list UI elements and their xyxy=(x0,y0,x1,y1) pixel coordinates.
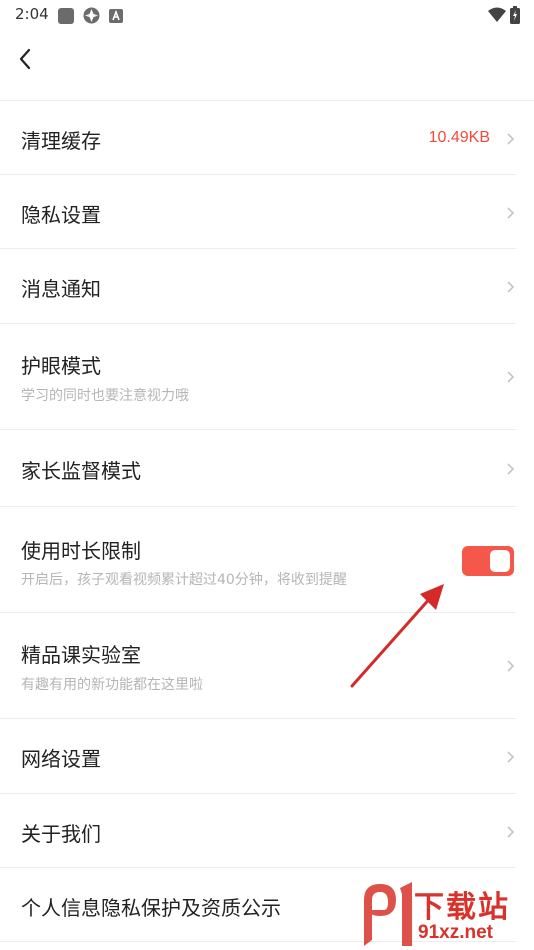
setting-label: 网络设置 xyxy=(21,747,101,771)
setting-subtitle: 开启后，孩子观看视频累计超过40分钟，将收到提醒 xyxy=(21,572,347,588)
setting-label: 使用时长限制 xyxy=(21,539,141,563)
wifi-icon xyxy=(488,7,506,22)
setting-notifications[interactable]: 消息通知 xyxy=(0,249,534,324)
watermark-logo: 下载站 91xz.net xyxy=(358,880,528,950)
chevron-right-icon xyxy=(507,371,515,383)
settings-list: 清理缓存 10.49KB 隐私设置 消息通知 护眼模式 学习的同时也要注意视力哦… xyxy=(0,100,534,942)
battery-icon xyxy=(510,6,520,24)
chevron-right-icon xyxy=(507,826,515,838)
setting-about[interactable]: 关于我们 xyxy=(0,794,534,868)
logo-91-icon xyxy=(364,882,412,946)
chevron-right-icon xyxy=(507,463,515,475)
chevron-right-icon xyxy=(507,281,515,293)
aperture-icon xyxy=(83,7,100,24)
time-limit-toggle[interactable] xyxy=(462,546,514,576)
font-a-icon xyxy=(109,8,123,23)
status-icons-left xyxy=(58,7,123,24)
nav-bar xyxy=(0,30,534,90)
back-button[interactable] xyxy=(8,42,42,76)
setting-eye-care[interactable]: 护眼模式 学习的同时也要注意视力哦 xyxy=(0,324,534,430)
watermark-url: 91xz.net xyxy=(418,922,493,943)
setting-label: 消息通知 xyxy=(21,277,101,301)
status-bar: 2:04 xyxy=(0,0,534,30)
cache-size-value: 10.49KB xyxy=(428,129,490,146)
setting-label: 关于我们 xyxy=(21,822,101,846)
setting-label: 精品课实验室 xyxy=(21,643,141,667)
chevron-right-icon xyxy=(507,207,515,219)
chevron-right-icon xyxy=(507,660,515,672)
status-time: 2:04 xyxy=(15,5,49,23)
setting-label: 隐私设置 xyxy=(21,203,101,227)
setting-label: 个人信息隐私保护及资质公示 xyxy=(21,896,281,920)
setting-label: 家长监督模式 xyxy=(21,459,141,483)
setting-network[interactable]: 网络设置 xyxy=(0,719,534,794)
setting-time-limit: 使用时长限制 开启后，孩子观看视频累计超过40分钟，将收到提醒 xyxy=(0,507,534,613)
setting-parental[interactable]: 家长监督模式 xyxy=(0,430,534,507)
watermark-title: 下载站 xyxy=(414,890,510,925)
stop-square-icon xyxy=(58,7,74,24)
setting-label: 护眼模式 xyxy=(21,354,101,378)
annotation-arrow-icon xyxy=(350,584,444,688)
setting-subtitle: 有趣有用的新功能都在这里啦 xyxy=(21,677,203,693)
status-icons-right xyxy=(488,6,520,24)
setting-lab[interactable]: 精品课实验室 有趣有用的新功能都在这里啦 xyxy=(0,613,534,719)
setting-privacy[interactable]: 隐私设置 xyxy=(0,175,534,249)
chevron-left-icon xyxy=(19,48,31,70)
chevron-right-icon xyxy=(507,751,515,763)
setting-label: 清理缓存 xyxy=(21,129,101,153)
chevron-right-icon xyxy=(507,133,515,145)
setting-clear-cache[interactable]: 清理缓存 10.49KB xyxy=(0,101,534,175)
toggle-knob xyxy=(490,550,510,572)
setting-subtitle: 学习的同时也要注意视力哦 xyxy=(21,388,189,404)
